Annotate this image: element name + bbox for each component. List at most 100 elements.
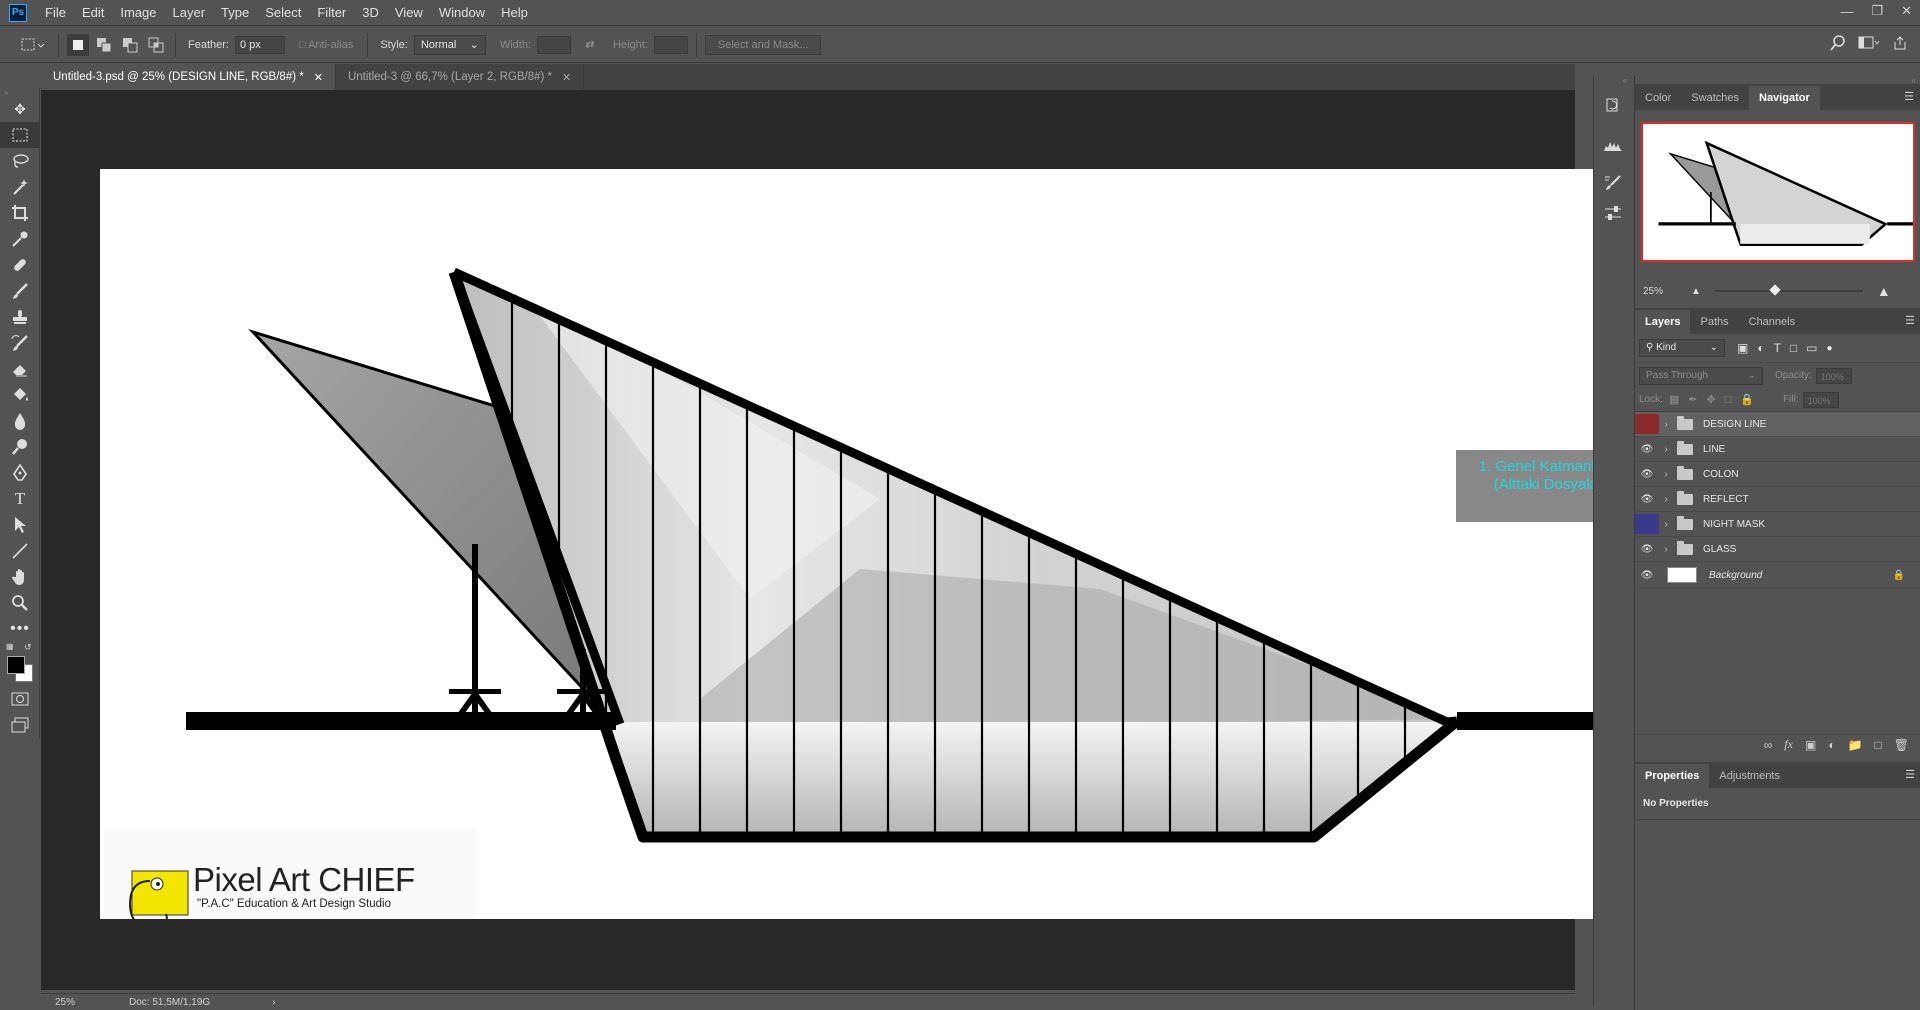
delete-layer-icon[interactable]: 🗑 xyxy=(1894,738,1909,752)
pen-tool-icon[interactable] xyxy=(0,460,40,486)
add-mask-icon[interactable]: ▣ xyxy=(1805,738,1816,752)
search-icon[interactable] xyxy=(1830,35,1846,54)
healing-brush-tool-icon[interactable] xyxy=(0,252,40,278)
hand-tool-icon[interactable] xyxy=(0,564,40,590)
menu-layer[interactable]: Layer xyxy=(165,0,214,26)
layer-reflect[interactable]: 👁 › REFLECT xyxy=(1635,487,1920,512)
close-icon[interactable]: ✕ xyxy=(1901,3,1912,19)
feather-input[interactable]: 0 px xyxy=(234,35,285,54)
menu-view[interactable]: View xyxy=(387,0,431,26)
tab-navigator[interactable]: Navigator xyxy=(1749,86,1820,110)
layer-filter-kind-select[interactable]: ⚲ Kind ⌄ xyxy=(1639,339,1725,357)
layer-glass[interactable]: 👁 › GLASS xyxy=(1635,537,1920,562)
status-zoom[interactable]: 25% xyxy=(55,997,125,1008)
width-input[interactable] xyxy=(537,35,572,54)
layer-colon[interactable]: 👁 › COLON xyxy=(1635,462,1920,487)
navigator-preview[interactable] xyxy=(1641,122,1915,262)
close-tab-icon[interactable]: ✕ xyxy=(562,71,571,84)
eye-icon[interactable]: 👁 xyxy=(1635,469,1659,480)
antialias-checkbox[interactable]: □ Anti-alias xyxy=(299,39,353,51)
menu-help[interactable]: Help xyxy=(493,0,536,26)
menu-3d[interactable]: 3D xyxy=(354,0,387,26)
eye-icon[interactable]: 👁 xyxy=(1635,444,1659,455)
chevron-right-icon[interactable]: › xyxy=(1659,444,1673,455)
link-layers-icon[interactable]: ∞ xyxy=(1764,738,1773,752)
visibility-toggle[interactable] xyxy=(1635,514,1659,534)
filter-type-icons[interactable]: ▣◐T□▭ xyxy=(1737,341,1827,355)
lock-option-icons[interactable]: ▦✒✥□🔒 xyxy=(1669,393,1763,406)
eyedropper-tool-icon[interactable] xyxy=(0,226,40,252)
new-selection-icon[interactable] xyxy=(67,33,89,56)
blur-tool-icon[interactable] xyxy=(0,408,40,434)
panel-menu-icon[interactable]: ☰ xyxy=(1905,314,1915,327)
crop-tool-icon[interactable] xyxy=(0,200,40,226)
chevron-right-icon[interactable]: › xyxy=(1659,494,1673,505)
fill-input[interactable]: 100% xyxy=(1802,391,1839,408)
brush-settings-icon[interactable] xyxy=(1594,168,1632,198)
menu-image[interactable]: Image xyxy=(112,0,164,26)
zoom-out-icon[interactable]: ▲ xyxy=(1691,286,1701,297)
tab-swatches[interactable]: Swatches xyxy=(1681,86,1749,110)
chevron-right-icon[interactable]: › xyxy=(1659,419,1673,430)
navigator-zoom-value[interactable]: 25% xyxy=(1643,286,1683,297)
workspace-icon[interactable] xyxy=(1858,36,1880,53)
line-tool-icon[interactable] xyxy=(0,538,40,564)
subtract-from-selection-icon[interactable] xyxy=(119,34,141,56)
menu-filter[interactable]: Filter xyxy=(309,0,354,26)
chevron-right-icon[interactable]: › xyxy=(1659,519,1673,530)
magic-wand-tool-icon[interactable] xyxy=(0,174,40,200)
eraser-tool-icon[interactable] xyxy=(0,356,40,382)
zoom-tool-icon[interactable] xyxy=(0,590,40,616)
adjust-sliders-icon[interactable] xyxy=(1594,198,1632,228)
status-menu-arrow-icon[interactable]: › xyxy=(272,997,275,1008)
panel-menu-icon[interactable]: ☰ xyxy=(1905,768,1915,781)
type-tool-icon[interactable]: T xyxy=(0,486,40,512)
paint-bucket-tool-icon[interactable] xyxy=(0,382,40,408)
add-to-selection-icon[interactable] xyxy=(93,34,115,56)
more-tools-icon[interactable]: ••• xyxy=(0,616,40,642)
eye-icon[interactable]: 👁 xyxy=(1635,570,1659,581)
style-select[interactable]: Normal ⌄ xyxy=(413,34,486,55)
tab-document-1[interactable]: Untitled-3.psd @ 25% (DESIGN LINE, RGB/8… xyxy=(41,64,336,90)
select-and-mask-button[interactable]: Select and Mask... xyxy=(704,34,822,55)
brush-tool-icon[interactable] xyxy=(0,278,40,304)
new-layer-icon[interactable]: □ xyxy=(1875,738,1882,752)
swap-colors-icon[interactable]: ↺ xyxy=(24,642,32,653)
swap-width-height-icon[interactable]: ⇄ xyxy=(579,34,601,56)
layer-line[interactable]: 👁 › LINE xyxy=(1635,437,1920,462)
share-icon[interactable] xyxy=(1892,35,1908,54)
tab-layers[interactable]: Layers xyxy=(1635,310,1691,334)
layer-style-fx-icon[interactable]: fx xyxy=(1784,737,1793,752)
layer-design-line[interactable]: › DESIGN LINE xyxy=(1635,412,1920,437)
chevron-right-icon[interactable]: › xyxy=(1659,469,1673,480)
clone-stamp-tool-icon[interactable] xyxy=(0,304,40,330)
history-brush-tool-icon[interactable] xyxy=(0,330,40,356)
blend-mode-select[interactable]: Pass Through ⌄ xyxy=(1639,366,1763,385)
menu-edit[interactable]: Edit xyxy=(74,0,112,26)
eye-icon[interactable]: 👁 xyxy=(1635,494,1659,505)
dodge-tool-icon[interactable] xyxy=(0,434,40,460)
document-canvas[interactable]: Pixel Art CHIEF "P.A.C" Education & Art … xyxy=(100,169,1600,919)
opacity-input[interactable]: 100% xyxy=(1815,367,1852,384)
history-icon[interactable] xyxy=(1594,90,1632,120)
new-group-icon[interactable]: 📁 xyxy=(1848,738,1863,752)
zoom-in-icon[interactable]: ▲ xyxy=(1877,283,1891,299)
filter-toggle-icon[interactable]: ● xyxy=(1827,343,1833,354)
marquee-tool-preset-icon[interactable] xyxy=(16,34,50,56)
menu-window[interactable]: Window xyxy=(431,0,493,26)
screen-mode-icon[interactable] xyxy=(0,712,40,738)
visibility-toggle[interactable] xyxy=(1635,414,1659,434)
move-tool-icon[interactable]: ✥ xyxy=(0,96,40,122)
quick-mask-icon[interactable] xyxy=(0,686,40,712)
dock-collapse-icon[interactable]: « xyxy=(1594,76,1631,85)
toolbar-collapse-icon[interactable]: » xyxy=(0,88,39,97)
histogram-icon[interactable] xyxy=(1594,130,1632,160)
menu-file[interactable]: File xyxy=(37,0,74,26)
navigator-zoom-slider[interactable] xyxy=(1714,284,1863,296)
tab-paths[interactable]: Paths xyxy=(1690,310,1738,334)
canvas-area[interactable]: Pixel Art CHIEF "P.A.C" Education & Art … xyxy=(41,90,1600,990)
path-selection-tool-icon[interactable] xyxy=(0,512,40,538)
tab-properties[interactable]: Properties xyxy=(1635,764,1710,788)
lasso-tool-icon[interactable] xyxy=(0,148,40,174)
height-input[interactable] xyxy=(653,35,688,54)
